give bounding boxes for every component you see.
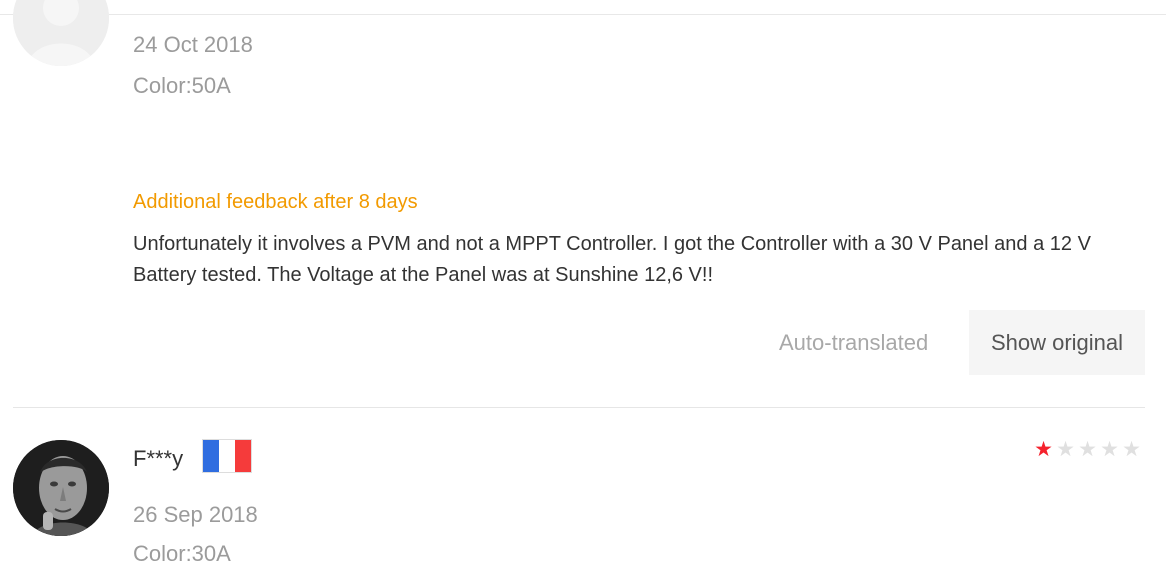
auto-translated-label: Auto-translated [779, 330, 929, 355]
flag-stripe-red [235, 440, 251, 472]
star-icon: ★ [1056, 437, 1075, 461]
review-divider [13, 407, 1145, 408]
default-avatar-icon [13, 0, 109, 66]
product-color: Color:50A [133, 73, 231, 98]
user-photo-icon [13, 440, 109, 536]
france-flag-icon [203, 440, 251, 472]
star-icon: ★ [1034, 437, 1053, 461]
top-divider [0, 0, 1166, 15]
reviewer-avatar [13, 0, 109, 66]
review-date: 26 Sep 2018 [133, 502, 258, 527]
star-icon: ★ [1078, 437, 1097, 461]
show-original-button[interactable]: Show original [969, 310, 1145, 375]
star-icon: ★ [1122, 437, 1141, 461]
review-date: 24 Oct 2018 [133, 32, 253, 57]
reviewer-avatar [13, 440, 109, 536]
additional-feedback-text: Unfortunately it involves a PVM and not … [133, 233, 1091, 286]
additional-feedback-title: Additional feedback after 8 days [133, 191, 418, 213]
star-rating: ★ ★ ★ ★ ★ [1033, 436, 1142, 462]
reviewer-name: F***y [133, 446, 184, 471]
product-color: Color:30A [133, 541, 231, 566]
flag-stripe-blue [203, 440, 219, 472]
flag-stripe-white [219, 440, 235, 472]
star-icon: ★ [1100, 437, 1119, 461]
